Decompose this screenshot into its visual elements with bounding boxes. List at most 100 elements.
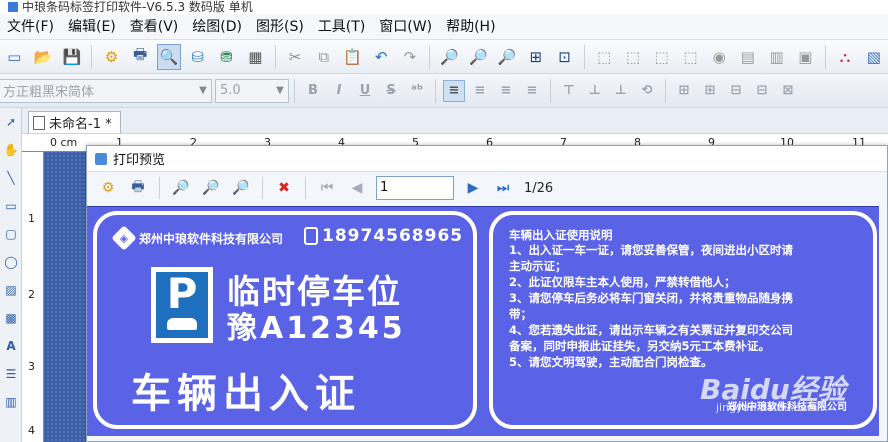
print-preview-title: 打印预览 [113,153,166,168]
toolbar-separator [262,177,263,199]
align-justify-icon[interactable]: ≡ [521,80,543,102]
plate-number: 豫A12345 [227,311,406,346]
ruler-label: 4 [28,424,35,437]
zoom-in-icon[interactable]: 🔎 [437,44,462,70]
zoom-fit-icon[interactable]: 🔎 [228,175,254,201]
undo-icon[interactable]: ↶ [369,44,394,70]
menu-tools[interactable]: 工具(T) [311,14,372,40]
print-preview-icon[interactable]: 🔍 [156,43,182,70]
same-size-icon[interactable]: ⊠ [777,80,799,102]
valign-bottom-icon[interactable]: ⊥ [610,80,632,102]
company-row: ◈ 郑州中琅软件科技有限公司 [111,225,283,251]
distribute-h-icon[interactable]: ⊞ [673,80,695,102]
document-tab-label: 未命名-1 * [49,117,112,132]
ellipse-tool-icon[interactable]: ◯ [0,248,22,276]
font-size-select[interactable]: 5.0 ▼ [215,78,289,103]
page-number-input[interactable]: 1 [376,176,454,200]
window-title: 中琅条码标签打印软件-V6.5.3 数码版 单机 [22,0,253,14]
zoom-in-icon[interactable]: 🔎 [198,175,224,201]
menu-view[interactable]: 查看(V) [123,14,186,40]
align-left-icon[interactable]: ≡ [443,79,465,102]
align-left-obj-icon[interactable]: ⬚ [592,44,617,70]
grid-icon[interactable]: ▦ [243,44,268,70]
select-arrow-icon[interactable]: ➚ [0,108,22,136]
font-family-select[interactable]: 方正粗黑宋简体 ▼ [0,78,212,103]
open-folder-icon[interactable]: 📂 [31,44,56,70]
align-right-obj-icon[interactable]: ⬚ [621,44,646,70]
pan-hand-icon[interactable]: ✋ [0,136,22,164]
barcode-tool-icon[interactable]: ▥ [0,388,22,416]
same-height-icon[interactable]: ⊟ [751,80,773,102]
zoom-out-icon[interactable]: 🔎 [168,175,194,201]
bold-button[interactable]: B [302,80,324,102]
chevron-down-icon[interactable]: ▼ [272,80,288,102]
hide-icon[interactable]: ◉ [707,44,732,70]
menu-window[interactable]: 窗口(W) [372,14,439,40]
line-tool-icon[interactable]: ╲ [0,164,22,192]
valign-top-icon[interactable]: ⊤ [558,80,580,102]
distribute-v-icon[interactable]: ⊞ [699,80,721,102]
menu-edit[interactable]: 编辑(E) [61,14,123,40]
menu-shape[interactable]: 图形(S) [249,14,311,40]
print-icon[interactable]: 🖶 [125,175,151,201]
underline-button[interactable]: U [354,80,376,102]
print-icon[interactable]: 🖶 [128,44,153,70]
paragraph-tool-icon[interactable]: ☰ [0,360,22,388]
company-logo-icon: ◈ [111,225,137,251]
previous-page-icon[interactable]: ◀ [344,175,370,201]
picture-tool-icon[interactable]: ▨ [0,276,22,304]
next-page-icon[interactable]: ▶ [460,175,486,201]
layer-icon[interactable]: ▣ [793,44,818,70]
database-settings-icon[interactable]: ⛃ [214,44,239,70]
italic-button[interactable]: I [328,80,350,102]
same-width-icon[interactable]: ⊟ [725,80,747,102]
cut-icon[interactable]: ✂ [283,44,308,70]
phone-number: 18974568965 [322,226,464,246]
document-tab[interactable]: 未命名-1 * [28,111,121,133]
save-icon[interactable]: 💾 [59,44,84,70]
main-toolbar: ▭ 📂 💾 ⚙ 🖶 🔍 ⛁ ⛃ ▦ ✂ ⧉ 📋 ↶ ↷ 🔎 🔎 🔎 ⊞ ⊡ ⬚ … [0,40,888,74]
menu-file[interactable]: 文件(F) [0,14,61,40]
toolbar-separator [159,177,160,199]
toolbar-separator [435,78,436,103]
image-export-icon[interactable]: ▧ [861,44,886,70]
rotate-text-icon[interactable]: ⟲ [636,80,658,102]
lock-icon[interactable]: ▤ [736,44,761,70]
copy-icon[interactable]: ⧉ [311,44,336,70]
note-line: 4、您若遗失此证，请出示车辆之有关票证并复印交公司 [509,323,793,337]
paste-icon[interactable]: 📋 [340,44,365,70]
first-page-icon[interactable]: ⏮ [314,175,340,201]
database-icon[interactable]: ⛁ [185,44,210,70]
ungroup-icon[interactable]: ⬚ [678,44,703,70]
align-right-icon[interactable]: ≡ [495,80,517,102]
zoom-out-icon[interactable]: 🔎 [466,44,491,70]
fit-page-icon[interactable]: ⊞ [523,44,548,70]
ruler-label: 3 [28,360,35,373]
toolbar-separator [274,44,276,69]
pdf-icon[interactable]: ⛬ [833,44,858,70]
text-tool-icon[interactable]: A [0,332,22,360]
drawing-tools-strip: ➚ ✋ ╲ ▭ ▢ ◯ ▨ ▩ A ☰ ▥ [0,108,22,442]
rectangle-tool-icon[interactable]: ▭ [0,192,22,220]
print-settings-gear-icon[interactable]: ⚙ [95,175,121,201]
chevron-down-icon[interactable]: ▼ [195,80,211,102]
align-center-icon[interactable]: ≡ [469,80,491,102]
new-file-icon[interactable]: ▭ [2,44,27,70]
fit-width-icon[interactable]: ⊡ [552,44,577,70]
menu-draw[interactable]: 绘图(D) [185,14,249,40]
valign-middle-icon[interactable]: ⊥ [584,80,606,102]
ruler-label: 2 [28,288,35,301]
text-style-icon[interactable]: ᵃᵇ [406,80,428,102]
menu-help[interactable]: 帮助(H) [439,14,502,40]
group-icon[interactable]: ⬚ [649,44,674,70]
last-page-icon[interactable]: ⏭ [490,175,516,201]
ruler-label: 0 cm [50,136,78,149]
unlock-icon[interactable]: ▥ [764,44,789,70]
redo-icon[interactable]: ↷ [398,44,423,70]
zoom-actual-icon[interactable]: 🔎 [495,44,520,70]
image-tool-icon[interactable]: ▩ [0,304,22,332]
strikethrough-button[interactable]: S [380,80,402,102]
close-preview-icon[interactable]: ✖ [271,175,297,201]
rounded-rect-tool-icon[interactable]: ▢ [0,220,22,248]
settings-gear-icon[interactable]: ⚙ [99,44,124,70]
